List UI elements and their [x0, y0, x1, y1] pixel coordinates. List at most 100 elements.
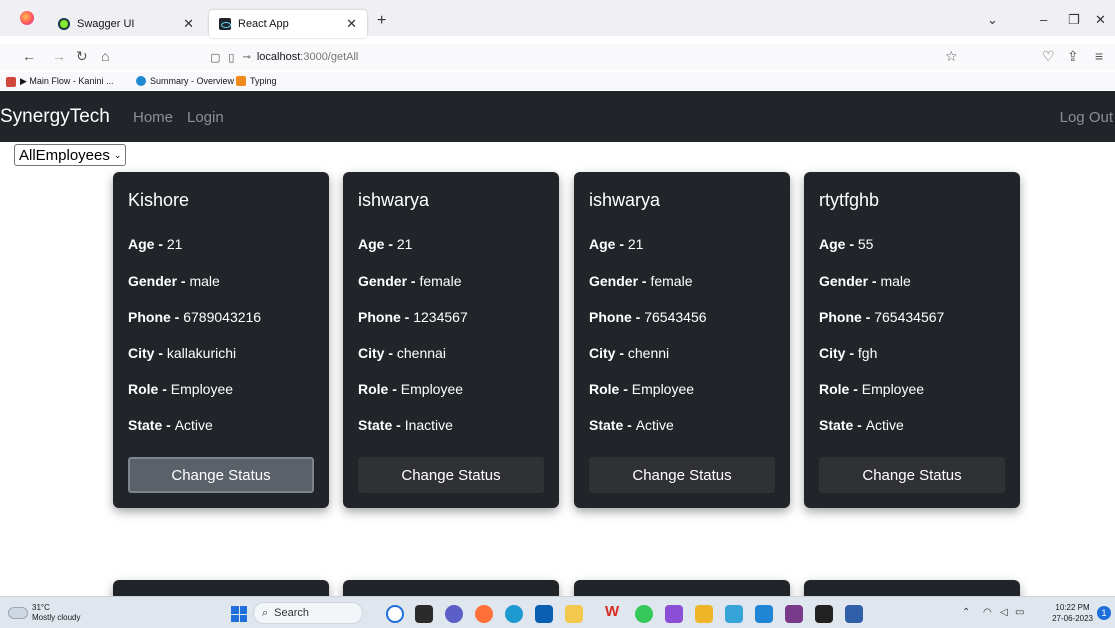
reload-icon[interactable]: ↻ — [76, 48, 88, 65]
employee-card: ishwarya Age - 21 Gender - female Phone … — [574, 172, 790, 508]
new-tab-icon[interactable]: + — [377, 12, 386, 30]
swagger-icon — [58, 18, 70, 30]
bing-icon[interactable] — [386, 605, 404, 623]
employee-role: Role - Employee — [819, 381, 925, 397]
close-window-icon[interactable]: ✕ — [1095, 12, 1106, 28]
app-icon[interactable] — [845, 605, 863, 623]
bookmark-label: ▶ Main Flow - Kanini ... — [20, 76, 114, 86]
cmd-icon[interactable] — [815, 605, 833, 623]
change-status-button[interactable]: Change Status — [589, 457, 775, 493]
nav-home[interactable]: Home — [133, 109, 173, 126]
url-host: localhost — [256, 51, 301, 63]
employee-name: Kishore — [128, 190, 190, 210]
edge-icon[interactable] — [505, 605, 523, 623]
employee-state: State - Active — [128, 417, 213, 433]
employee-city: City - fgh — [819, 345, 878, 361]
wifi-icon[interactable]: ◠ — [983, 607, 992, 618]
employee-phone: Phone - 1234567 — [358, 309, 468, 325]
home-icon[interactable]: ⌂ — [101, 48, 109, 64]
employee-state: State - Active — [589, 417, 674, 433]
employee-gender: Gender - female — [589, 273, 693, 289]
employee-state: State - Active — [819, 417, 904, 433]
weather-widget[interactable]: 31°C Mostly cloudy — [32, 603, 80, 623]
firefox-menu-icon[interactable] — [20, 11, 34, 25]
terminal-icon[interactable] — [785, 605, 803, 623]
change-status-button[interactable]: Change Status — [819, 457, 1005, 493]
clock-time: 10:22 PM — [1055, 603, 1090, 612]
windows-start-icon[interactable] — [231, 606, 247, 622]
mail-icon[interactable] — [535, 605, 553, 623]
employee-phone: Phone - 6789043216 — [128, 309, 262, 325]
app-navbar: SynergyTech Home Login Log Out — [0, 91, 1115, 142]
employee-age: Age - 55 — [819, 236, 874, 252]
chevron-up-icon[interactable]: ⌃ — [962, 607, 970, 618]
firefox-icon[interactable] — [475, 605, 493, 623]
employee-age: Age - 21 — [589, 236, 644, 252]
tab-react-app[interactable]: React App ✕ — [209, 10, 367, 38]
weather-temp: 31°C — [32, 603, 50, 612]
taskbar-search[interactable]: ⌕ Search — [253, 602, 363, 624]
task-view-icon[interactable] — [415, 605, 433, 623]
employee-name: ishwarya — [589, 190, 661, 210]
close-icon[interactable]: ✕ — [183, 16, 194, 32]
bookmark-icon — [236, 76, 246, 86]
tab-title: Swagger UI — [77, 18, 135, 30]
key-icon: ⊸ — [242, 51, 251, 63]
maximize-icon[interactable]: ❐ — [1068, 12, 1080, 28]
employee-role: Role - Employee — [358, 381, 464, 397]
employee-name: ishwarya — [358, 190, 430, 210]
visual-studio-icon[interactable] — [665, 605, 683, 623]
employee-filter-select[interactable]: AllEmployees ⌄ — [14, 144, 127, 166]
page-icon: ▯ — [228, 51, 235, 64]
employee-gender: Gender - female — [358, 273, 462, 289]
change-status-button[interactable]: Change Status — [128, 457, 314, 493]
nav-login[interactable]: Login — [187, 109, 224, 126]
bookmark-typing[interactable]: Typing — [236, 76, 277, 86]
minimize-icon[interactable]: – — [1040, 12, 1047, 27]
bookmark-icon — [136, 76, 146, 86]
tab-title: React App — [238, 18, 289, 30]
bookmark-icon — [6, 76, 16, 87]
employee-phone: Phone - 765434567 — [819, 309, 945, 325]
clock[interactable]: 10:22 PM 27-06-2023 — [1052, 602, 1093, 624]
bookmark-summary[interactable]: Summary - Overview — [136, 76, 234, 86]
employee-state: State - Inactive — [358, 417, 453, 433]
wps-icon[interactable]: W — [605, 603, 623, 621]
file-explorer-icon[interactable] — [565, 605, 583, 623]
tab-swagger[interactable]: Swagger UI ✕ — [48, 10, 204, 38]
whatsapp-icon[interactable] — [635, 605, 653, 623]
browser-tabstrip: Swagger UI ✕ React App ✕ + ⌄ – ❐ ✕ — [0, 0, 1115, 38]
chat-icon[interactable] — [445, 605, 463, 623]
url-bar[interactable]: ▢ ▯ ⊸ localhost:3000/getAll — [210, 46, 960, 68]
url-path: :3000/getAll — [300, 51, 359, 63]
bookmark-main-flow[interactable]: ▶ Main Flow - Kanini ... — [6, 76, 113, 87]
windows-taskbar: 31°C Mostly cloudy ⌕ Search W ⌃ ◠ ◁ ▭ 10… — [0, 596, 1115, 628]
app-icon[interactable] — [695, 605, 713, 623]
share-icon[interactable]: ⇪ — [1067, 48, 1079, 65]
pocket-icon[interactable]: ♡ — [1042, 48, 1055, 65]
notepad-icon[interactable] — [725, 605, 743, 623]
employee-gender: Gender - male — [128, 273, 220, 289]
search-label: Search — [274, 607, 310, 619]
volume-icon[interactable]: ◁ — [1000, 607, 1008, 618]
employee-card: rtytfghb Age - 55 Gender - male Phone - … — [804, 172, 1020, 508]
employee-city: City - chenni — [589, 345, 670, 361]
shield-icon: ▢ — [210, 51, 221, 64]
employee-phone: Phone - 76543456 — [589, 309, 707, 325]
react-icon — [219, 18, 231, 30]
notification-badge[interactable]: 1 — [1097, 606, 1111, 620]
brand-logo[interactable]: SynergyTech — [0, 106, 110, 128]
close-icon[interactable]: ✕ — [346, 16, 357, 32]
employee-name: rtytfghb — [819, 190, 880, 210]
weather-desc: Mostly cloudy — [32, 613, 81, 622]
list-tabs-icon[interactable]: ⌄ — [987, 12, 998, 28]
menu-icon[interactable]: ≡ — [1095, 48, 1103, 64]
forward-icon[interactable]: → — [52, 48, 66, 64]
clock-date: 27-06-2023 — [1052, 614, 1093, 623]
vscode-icon[interactable] — [755, 605, 773, 623]
employee-city: City - chennai — [358, 345, 446, 361]
logout-link[interactable]: Log Out — [1060, 109, 1113, 126]
change-status-button[interactable]: Change Status — [358, 457, 544, 493]
back-icon[interactable]: ← — [22, 48, 36, 64]
battery-icon[interactable]: ▭ — [1015, 607, 1024, 618]
